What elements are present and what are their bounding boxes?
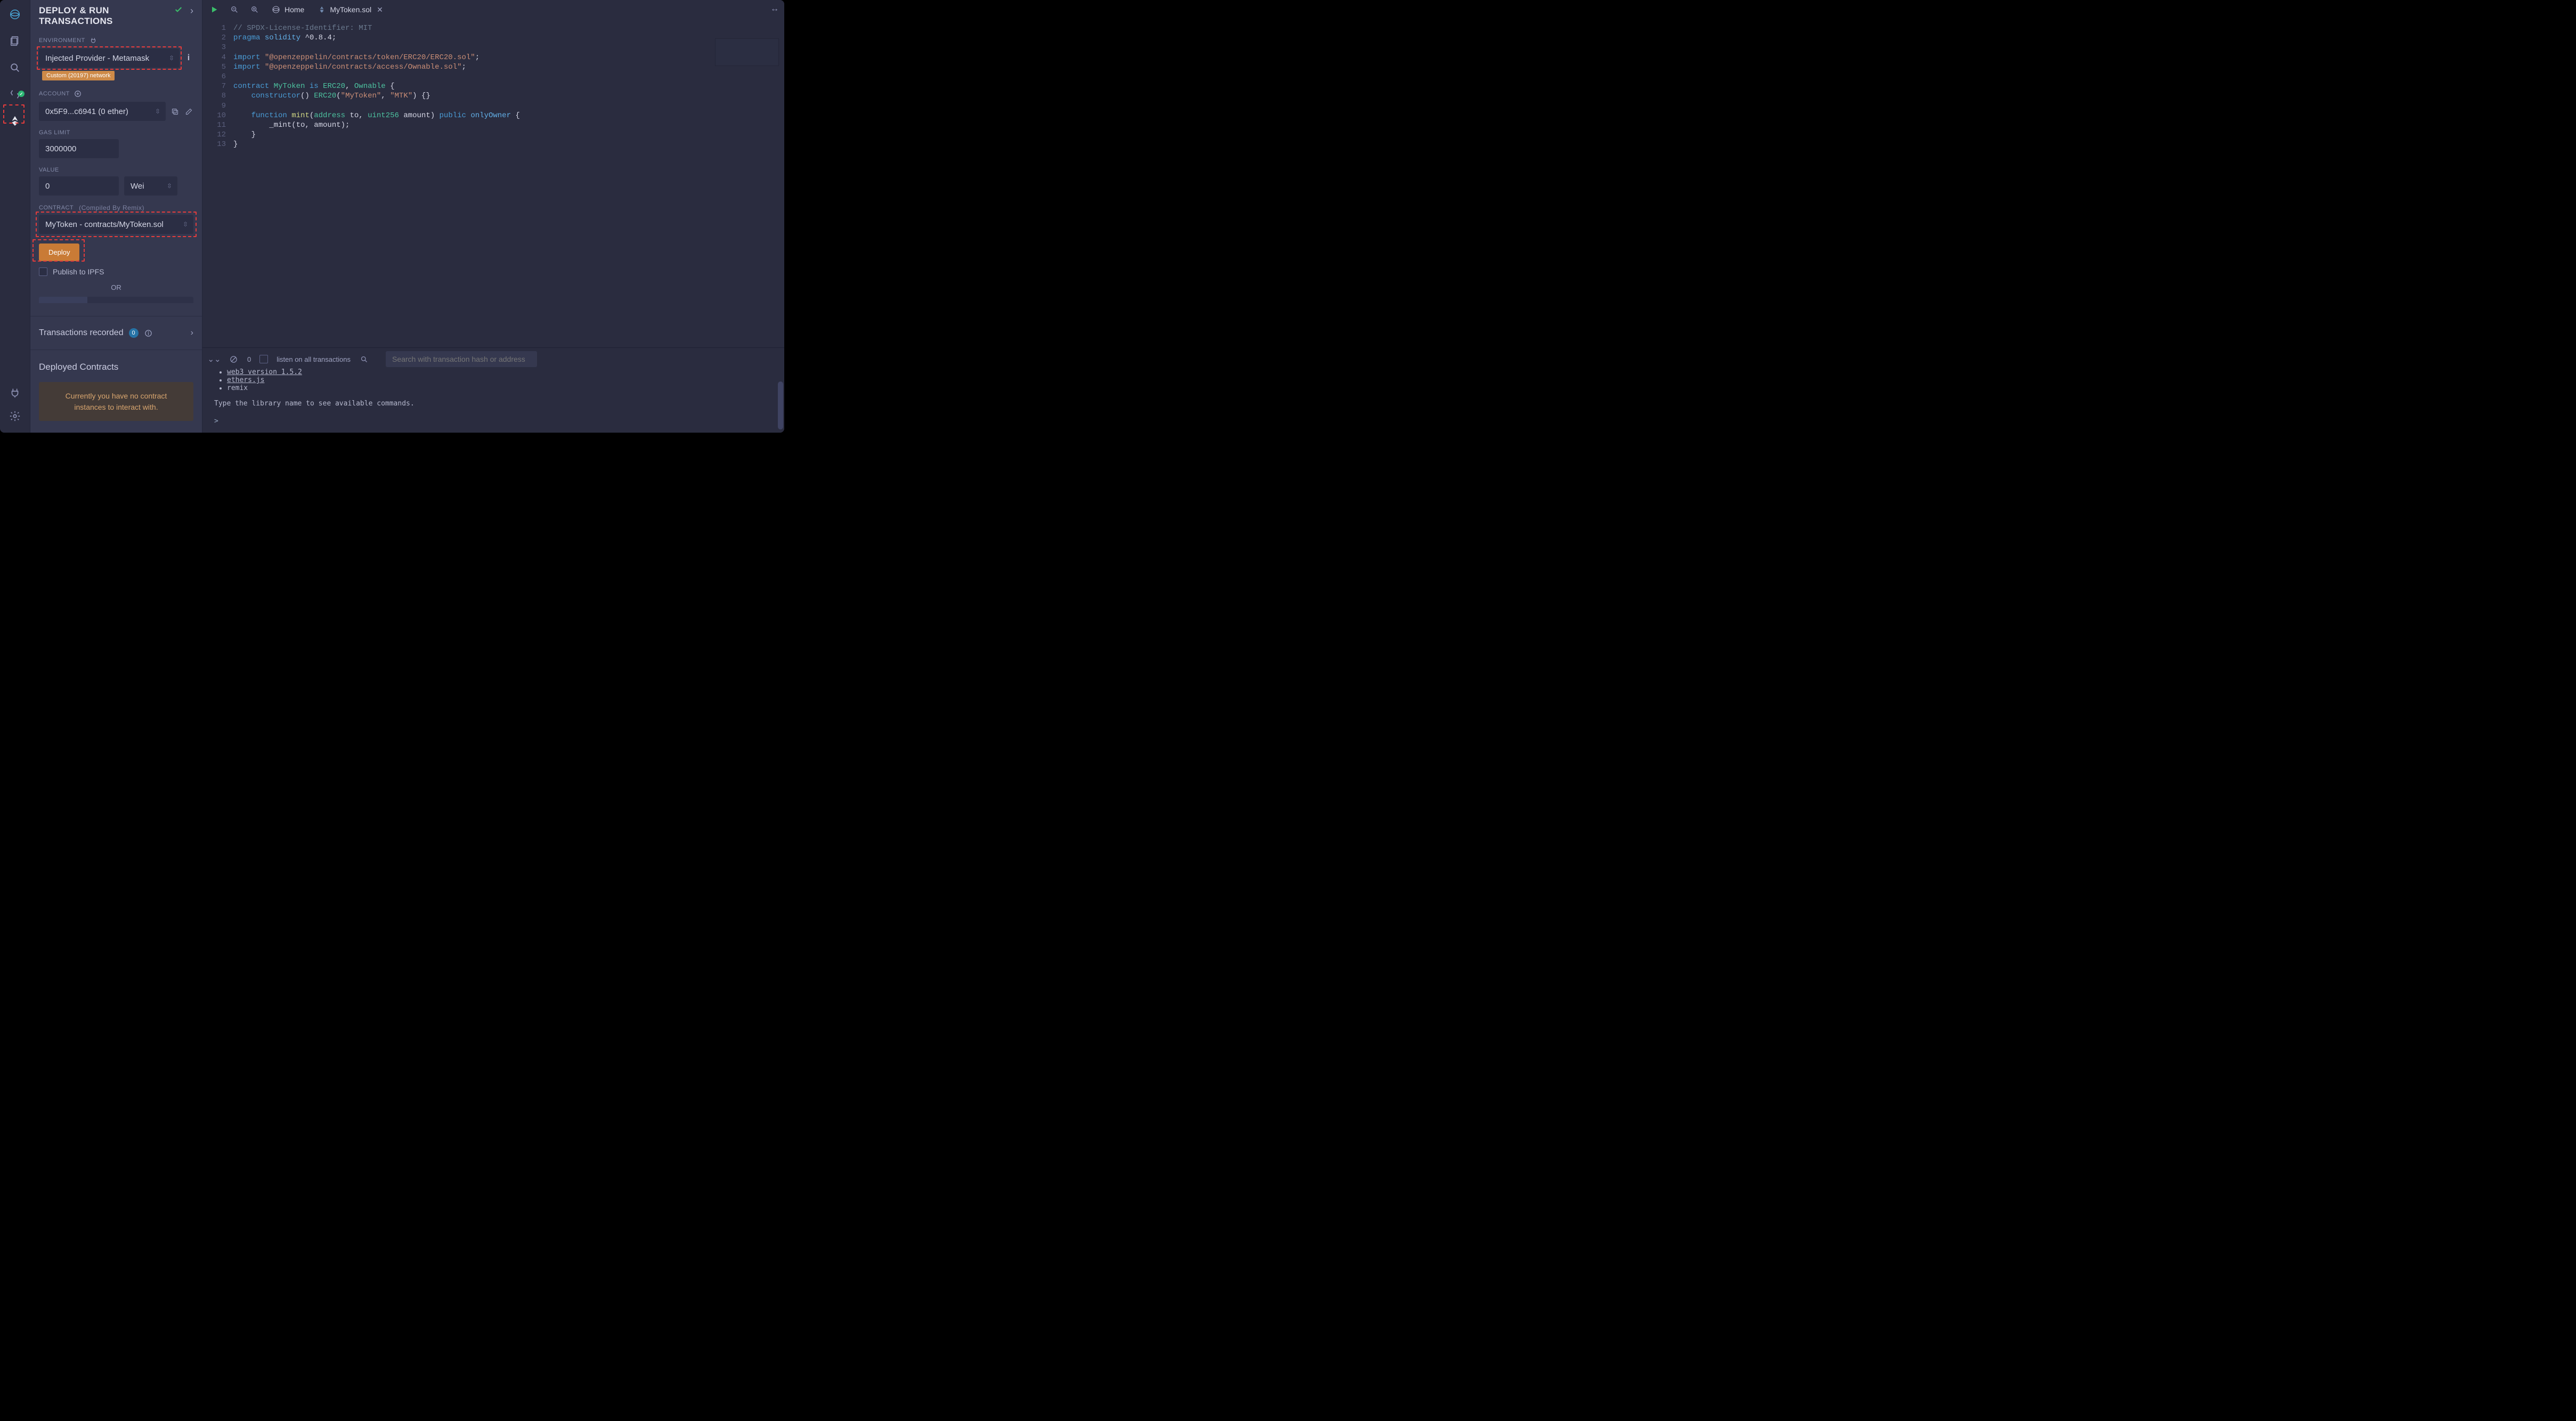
deployed-header: Deployed Contracts <box>39 362 193 372</box>
run-icon[interactable] <box>209 4 220 15</box>
terminal: ⌄⌄ 0 listen on all transactions web3 ver… <box>202 347 784 433</box>
search-icon[interactable] <box>8 61 22 75</box>
pending-count: 0 <box>247 355 251 363</box>
copy-icon[interactable] <box>170 107 180 116</box>
tab-file[interactable]: MyToken.sol ✕ <box>316 3 385 17</box>
contract-label: CONTRACT (Compiled By Remix) <box>39 204 193 212</box>
account-select[interactable]: 0x5F9...c6941 (0 ether) ⇳ <box>39 102 166 121</box>
terminal-body[interactable]: web3 version 1.5.2 ethers.js remix Type … <box>202 368 784 433</box>
tx-recorded-block[interactable]: Transactions recorded 0 › <box>30 316 202 350</box>
at-address-input[interactable] <box>87 297 193 303</box>
listen-checkbox[interactable] <box>259 355 268 363</box>
main-area: Home MyToken.sol ✕ ↔ 12345678910111213 /… <box>202 0 784 433</box>
term-line-ethers[interactable]: ethers.js <box>227 376 264 384</box>
value-amount-input[interactable]: 0 <box>39 176 119 196</box>
gas-limit-input[interactable]: 3000000 <box>39 139 119 158</box>
close-icon[interactable]: ✕ <box>377 5 383 14</box>
tab-home[interactable]: Home <box>270 3 306 16</box>
minimap[interactable] <box>715 38 779 66</box>
compile-success-badge <box>18 91 25 97</box>
gas-label: GAS LIMIT <box>39 129 193 136</box>
term-prompt[interactable]: > <box>214 417 773 425</box>
ipfs-checkbox[interactable] <box>39 267 47 276</box>
app-root: DEPLOY & RUN TRANSACTIONS › ENVIRONMENT … <box>0 0 784 433</box>
deployed-block: Deployed Contracts Currently you have no… <box>30 350 202 433</box>
deploy-run-icon[interactable] <box>8 114 22 128</box>
code-editor[interactable]: 12345678910111213 // SPDX-License-Identi… <box>202 19 784 347</box>
code-content[interactable]: // SPDX-License-Identifier: MITpragma so… <box>233 19 784 347</box>
info-icon[interactable]: i <box>184 53 193 63</box>
or-label: OR <box>39 283 193 291</box>
chevron-right-icon: › <box>191 328 193 338</box>
term-line-remix: remix <box>227 384 248 392</box>
chevrons-down-icon[interactable]: ⌄⌄ <box>209 354 220 364</box>
ipfs-label: Publish to IPFS <box>53 267 104 276</box>
term-hint: Type the library name to see available c… <box>214 400 773 408</box>
expand-horizontal-icon[interactable]: ↔ <box>770 4 779 14</box>
tx-search-input[interactable] <box>386 351 537 367</box>
value-unit-select[interactable]: Wei ⇳ <box>124 176 177 196</box>
edit-icon[interactable] <box>184 107 193 116</box>
plus-circle-icon[interactable] <box>73 89 83 99</box>
deploy-panel: DEPLOY & RUN TRANSACTIONS › ENVIRONMENT … <box>30 0 202 433</box>
remix-logo-icon[interactable] <box>8 7 22 21</box>
environment-select[interactable]: Injected Provider - Metamask ⇳ <box>39 48 180 68</box>
scrollbar-thumb[interactable] <box>778 381 783 429</box>
info-icon[interactable] <box>144 328 153 338</box>
caret-updown-icon: ⇳ <box>155 108 160 115</box>
panel-title: DEPLOY & RUN TRANSACTIONS <box>39 5 174 26</box>
caret-updown-icon: ⇳ <box>183 221 188 228</box>
check-icon <box>174 5 183 17</box>
contract-select[interactable]: MyToken - contracts/MyToken.sol ⇳ <box>39 215 193 234</box>
tx-recorded-label: Transactions recorded <box>39 328 124 338</box>
account-label: ACCOUNT <box>39 89 193 99</box>
search-icon[interactable] <box>359 354 370 364</box>
value-label: VALUE <box>39 167 193 173</box>
term-line-web3[interactable]: web3 version 1.5.2 <box>227 368 302 376</box>
plugin-manager-icon[interactable] <box>8 386 22 400</box>
zoom-out-icon[interactable] <box>229 4 240 15</box>
line-gutter: 12345678910111213 <box>202 19 233 347</box>
deployed-empty-msg: Currently you have no contract instances… <box>39 382 193 421</box>
caret-updown-icon: ⇳ <box>167 183 172 189</box>
panel-header: DEPLOY & RUN TRANSACTIONS › <box>30 0 202 34</box>
ban-icon[interactable] <box>228 354 239 364</box>
at-address-button[interactable]: At Address <box>39 297 87 303</box>
network-badge: Custom (20197) network <box>42 71 115 80</box>
caret-updown-icon: ⇳ <box>169 55 174 61</box>
icon-rail <box>0 0 30 433</box>
plug-icon <box>88 36 98 45</box>
chevron-right-icon[interactable]: › <box>190 5 193 17</box>
settings-icon[interactable] <box>8 409 22 423</box>
listen-label: listen on all transactions <box>277 355 351 363</box>
tab-bar: Home MyToken.sol ✕ ↔ <box>202 0 784 19</box>
env-label: ENVIRONMENT <box>39 36 193 45</box>
zoom-in-icon[interactable] <box>249 4 260 15</box>
file-explorer-icon[interactable] <box>8 34 22 48</box>
deploy-button[interactable]: Deploy <box>39 243 79 261</box>
tx-count-badge: 0 <box>129 328 139 338</box>
contract-note: (Compiled By Remix) <box>79 204 144 212</box>
